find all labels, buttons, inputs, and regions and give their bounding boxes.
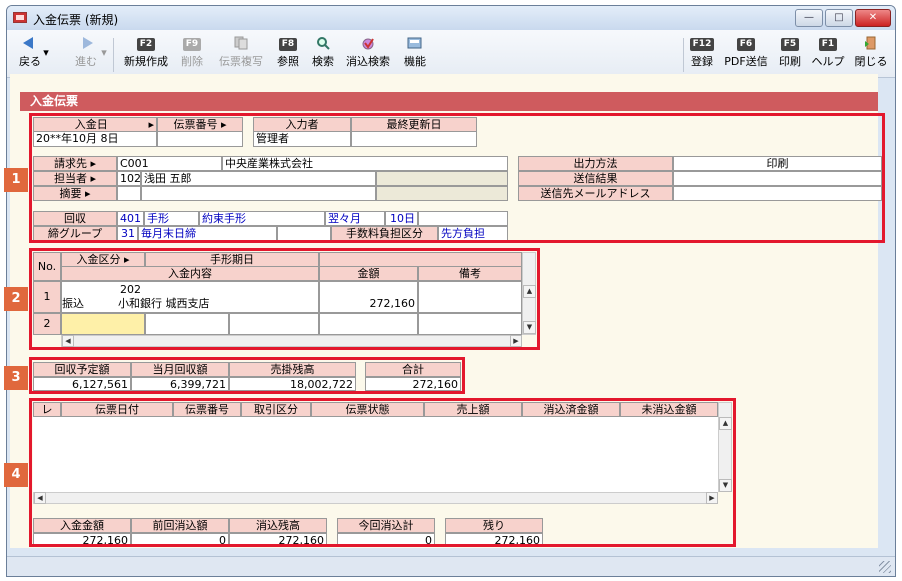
marker-1: 1 bbox=[4, 168, 28, 192]
register-button[interactable]: F12 登録 bbox=[687, 36, 717, 74]
copy-slip-button[interactable]: 伝票複写 bbox=[213, 36, 269, 74]
status-bar bbox=[7, 556, 895, 576]
search-button[interactable]: 検索 bbox=[307, 36, 339, 74]
print-button[interactable]: F5 印刷 bbox=[775, 36, 805, 74]
help-button[interactable]: F1 ヘルプ bbox=[809, 36, 847, 74]
window-title: 入金伝票 (新規) bbox=[33, 13, 119, 27]
close-window-button[interactable]: ✕ bbox=[855, 9, 891, 27]
section-3-highlight bbox=[29, 357, 465, 394]
delete-button[interactable]: F9 削除 bbox=[175, 36, 209, 74]
toolbar-separator bbox=[683, 38, 684, 72]
section-1-highlight bbox=[29, 113, 885, 243]
function-button[interactable]: 機能 bbox=[399, 36, 431, 74]
exit-door-icon bbox=[851, 36, 891, 50]
new-button[interactable]: F2 新規作成 bbox=[119, 36, 173, 74]
toolbar: 戻る ▾ 進む ▾ F2 新規作成 F9 削除 伝票複写 F8 参照 検索 消込… bbox=[7, 30, 895, 78]
search-icon bbox=[307, 36, 339, 50]
clear-search-button[interactable]: 消込検索 bbox=[341, 36, 395, 74]
section-2-highlight bbox=[29, 248, 540, 350]
resize-grip-icon[interactable] bbox=[879, 561, 891, 573]
marker-4: 4 bbox=[4, 463, 28, 487]
forward-arrow-icon bbox=[71, 36, 101, 50]
close-button[interactable]: 閉じる bbox=[851, 36, 891, 74]
minimize-button[interactable]: — bbox=[795, 9, 823, 27]
title-bar: 入金伝票 (新規) — □ ✕ bbox=[7, 6, 895, 30]
marker-2: 2 bbox=[4, 287, 28, 311]
toolbar-separator bbox=[113, 38, 114, 72]
check-clear-icon bbox=[341, 36, 395, 50]
section-title: 入金伝票 bbox=[20, 92, 878, 111]
forward-button[interactable]: 進む bbox=[71, 36, 101, 74]
reference-button[interactable]: F8 参照 bbox=[273, 36, 303, 74]
copy-icon bbox=[213, 36, 269, 50]
app-icon bbox=[13, 12, 27, 23]
pdf-send-button[interactable]: F6 PDF送信 bbox=[721, 36, 771, 74]
marker-3: 3 bbox=[4, 366, 28, 390]
function-icon bbox=[399, 36, 431, 50]
section-4-highlight bbox=[29, 398, 736, 547]
maximize-button[interactable]: □ bbox=[825, 9, 853, 27]
